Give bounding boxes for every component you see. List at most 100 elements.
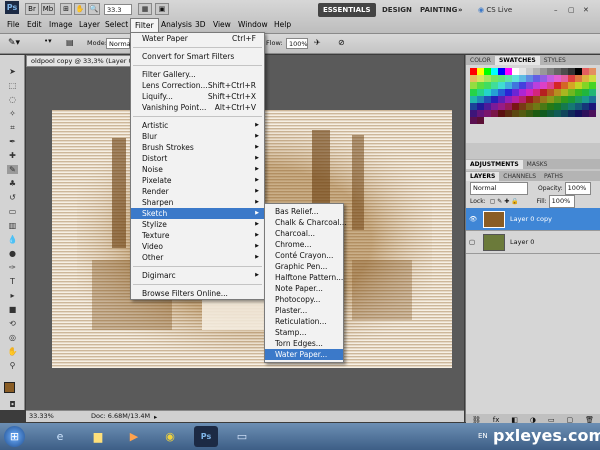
filter-menu-item-browse-filters-online[interactable]: Browse Filters Online...: [131, 288, 264, 299]
color-swatch[interactable]: [547, 89, 554, 96]
media-player-icon[interactable]: ▶: [122, 426, 146, 447]
color-swatch[interactable]: [568, 68, 575, 75]
color-swatch[interactable]: [561, 82, 568, 89]
color-swatch[interactable]: [498, 68, 505, 75]
color-swatch[interactable]: [491, 68, 498, 75]
color-swatch[interactable]: [575, 82, 582, 89]
menu-filter[interactable]: Filter: [130, 18, 159, 32]
color-swatch[interactable]: [505, 82, 512, 89]
start-button[interactable]: ⊞: [4, 426, 25, 447]
brush-panel-icon[interactable]: ▤: [66, 38, 74, 47]
color-swatch[interactable]: [491, 103, 498, 110]
menu-image[interactable]: Image: [45, 18, 77, 32]
flow-field[interactable]: 100%: [286, 38, 308, 49]
color-swatch[interactable]: [470, 110, 477, 117]
color-swatch[interactable]: [491, 82, 498, 89]
status-zoom[interactable]: 33.33%: [29, 411, 54, 422]
color-swatch[interactable]: [526, 75, 533, 82]
menu-file[interactable]: File: [3, 18, 24, 32]
filter-menu-item-pixelate[interactable]: Pixelate ▶: [131, 175, 264, 186]
sketch-menu-item-graphic-pen[interactable]: Graphic Pen...: [265, 261, 343, 272]
color-swatch[interactable]: [568, 89, 575, 96]
color-swatch[interactable]: [519, 103, 526, 110]
color-swatch[interactable]: [540, 75, 547, 82]
color-swatch[interactable]: [547, 96, 554, 103]
lasso-tool-icon[interactable]: ◌: [7, 95, 18, 104]
color-swatch[interactable]: [540, 103, 547, 110]
color-swatch[interactable]: [547, 110, 554, 117]
color-swatch[interactable]: [589, 75, 596, 82]
sketch-menu-item-chrome[interactable]: Chrome...: [265, 239, 343, 250]
color-swatch[interactable]: [470, 117, 477, 124]
tablet-pressure-icon[interactable]: ⊘: [338, 38, 345, 47]
sketch-menu-item-photocopy[interactable]: Photocopy...: [265, 294, 343, 305]
filter-menu-item-vanishing-point[interactable]: Vanishing Point... Alt+Ctrl+V: [131, 102, 264, 113]
color-swatch[interactable]: [540, 89, 547, 96]
color-swatch[interactable]: [533, 89, 540, 96]
arrange-documents-icon[interactable]: ▦: [138, 3, 152, 15]
color-swatch[interactable]: [526, 110, 533, 117]
tab-masks[interactable]: MASKS: [523, 160, 552, 169]
color-swatch[interactable]: [526, 82, 533, 89]
color-swatch[interactable]: [526, 103, 533, 110]
color-swatch[interactable]: [554, 110, 561, 117]
shape-tool-icon[interactable]: ■: [7, 305, 18, 314]
sketch-menu-item-charcoal[interactable]: Charcoal...: [265, 228, 343, 239]
color-swatch[interactable]: [470, 96, 477, 103]
sketch-menu-item-halftone-pattern[interactable]: Halftone Pattern...: [265, 272, 343, 283]
history-brush-tool-icon[interactable]: ↺: [7, 193, 18, 202]
brush-tool-icon[interactable]: ✎▾: [8, 38, 20, 48]
workspace-design[interactable]: DESIGN: [382, 3, 412, 17]
color-swatch[interactable]: [582, 89, 589, 96]
filter-menu-item-video[interactable]: Video ▶: [131, 241, 264, 252]
color-swatch[interactable]: [470, 75, 477, 82]
menu-edit[interactable]: Edit: [23, 18, 46, 32]
hand-icon[interactable]: ✋: [74, 3, 86, 15]
color-swatch[interactable]: [512, 110, 519, 117]
blur-tool-icon[interactable]: 💧: [7, 235, 18, 244]
color-swatch[interactable]: [477, 82, 484, 89]
color-swatch[interactable]: [477, 103, 484, 110]
filter-menu-item-distort[interactable]: Distort ▶: [131, 153, 264, 164]
color-swatch[interactable]: [491, 110, 498, 117]
color-swatch[interactable]: [470, 89, 477, 96]
airbrush-icon[interactable]: ✈: [314, 38, 321, 47]
tab-color[interactable]: COLOR: [466, 56, 495, 65]
color-swatch[interactable]: [568, 75, 575, 82]
color-swatch[interactable]: [589, 110, 596, 117]
color-swatch[interactable]: [540, 68, 547, 75]
color-swatch[interactable]: [547, 103, 554, 110]
tab-layers[interactable]: LAYERS: [466, 171, 500, 181]
color-swatch[interactable]: [498, 96, 505, 103]
foreground-color-swatch[interactable]: [4, 382, 15, 393]
photoshop-taskbar-icon[interactable]: Ps: [194, 426, 218, 447]
menu-help[interactable]: Help: [270, 18, 295, 32]
color-swatch[interactable]: [561, 89, 568, 96]
color-swatch[interactable]: [533, 82, 540, 89]
color-swatch[interactable]: [561, 96, 568, 103]
brush-preset-picker[interactable]: •▾: [44, 37, 52, 45]
color-swatch[interactable]: [589, 68, 596, 75]
sketch-menu-item-stamp[interactable]: Stamp...: [265, 327, 343, 338]
color-swatch[interactable]: [477, 117, 484, 124]
minimize-button[interactable]: –: [554, 3, 558, 17]
cs-live-button[interactable]: ◉ CS Live: [478, 3, 512, 17]
color-swatch[interactable]: [533, 110, 540, 117]
color-swatch[interactable]: [477, 75, 484, 82]
color-swatch[interactable]: [547, 82, 554, 89]
filter-menu-item-other[interactable]: Other ▶: [131, 252, 264, 263]
color-swatch[interactable]: [533, 96, 540, 103]
color-swatch[interactable]: [575, 75, 582, 82]
color-swatch[interactable]: [554, 75, 561, 82]
tab-paths[interactable]: PATHS: [540, 172, 567, 181]
color-swatch[interactable]: [582, 82, 589, 89]
minibridge-button[interactable]: Mb: [41, 3, 55, 15]
opacity-field[interactable]: 100%: [564, 181, 591, 195]
visibility-toggle[interactable]: ▢: [469, 238, 479, 246]
color-swatch[interactable]: [505, 68, 512, 75]
color-swatch[interactable]: [491, 75, 498, 82]
color-swatch[interactable]: [512, 89, 519, 96]
tab-swatches[interactable]: SWATCHES: [494, 55, 540, 65]
sketch-menu-item-plaster[interactable]: Plaster...: [265, 305, 343, 316]
chrome-icon[interactable]: ◉: [158, 426, 182, 447]
